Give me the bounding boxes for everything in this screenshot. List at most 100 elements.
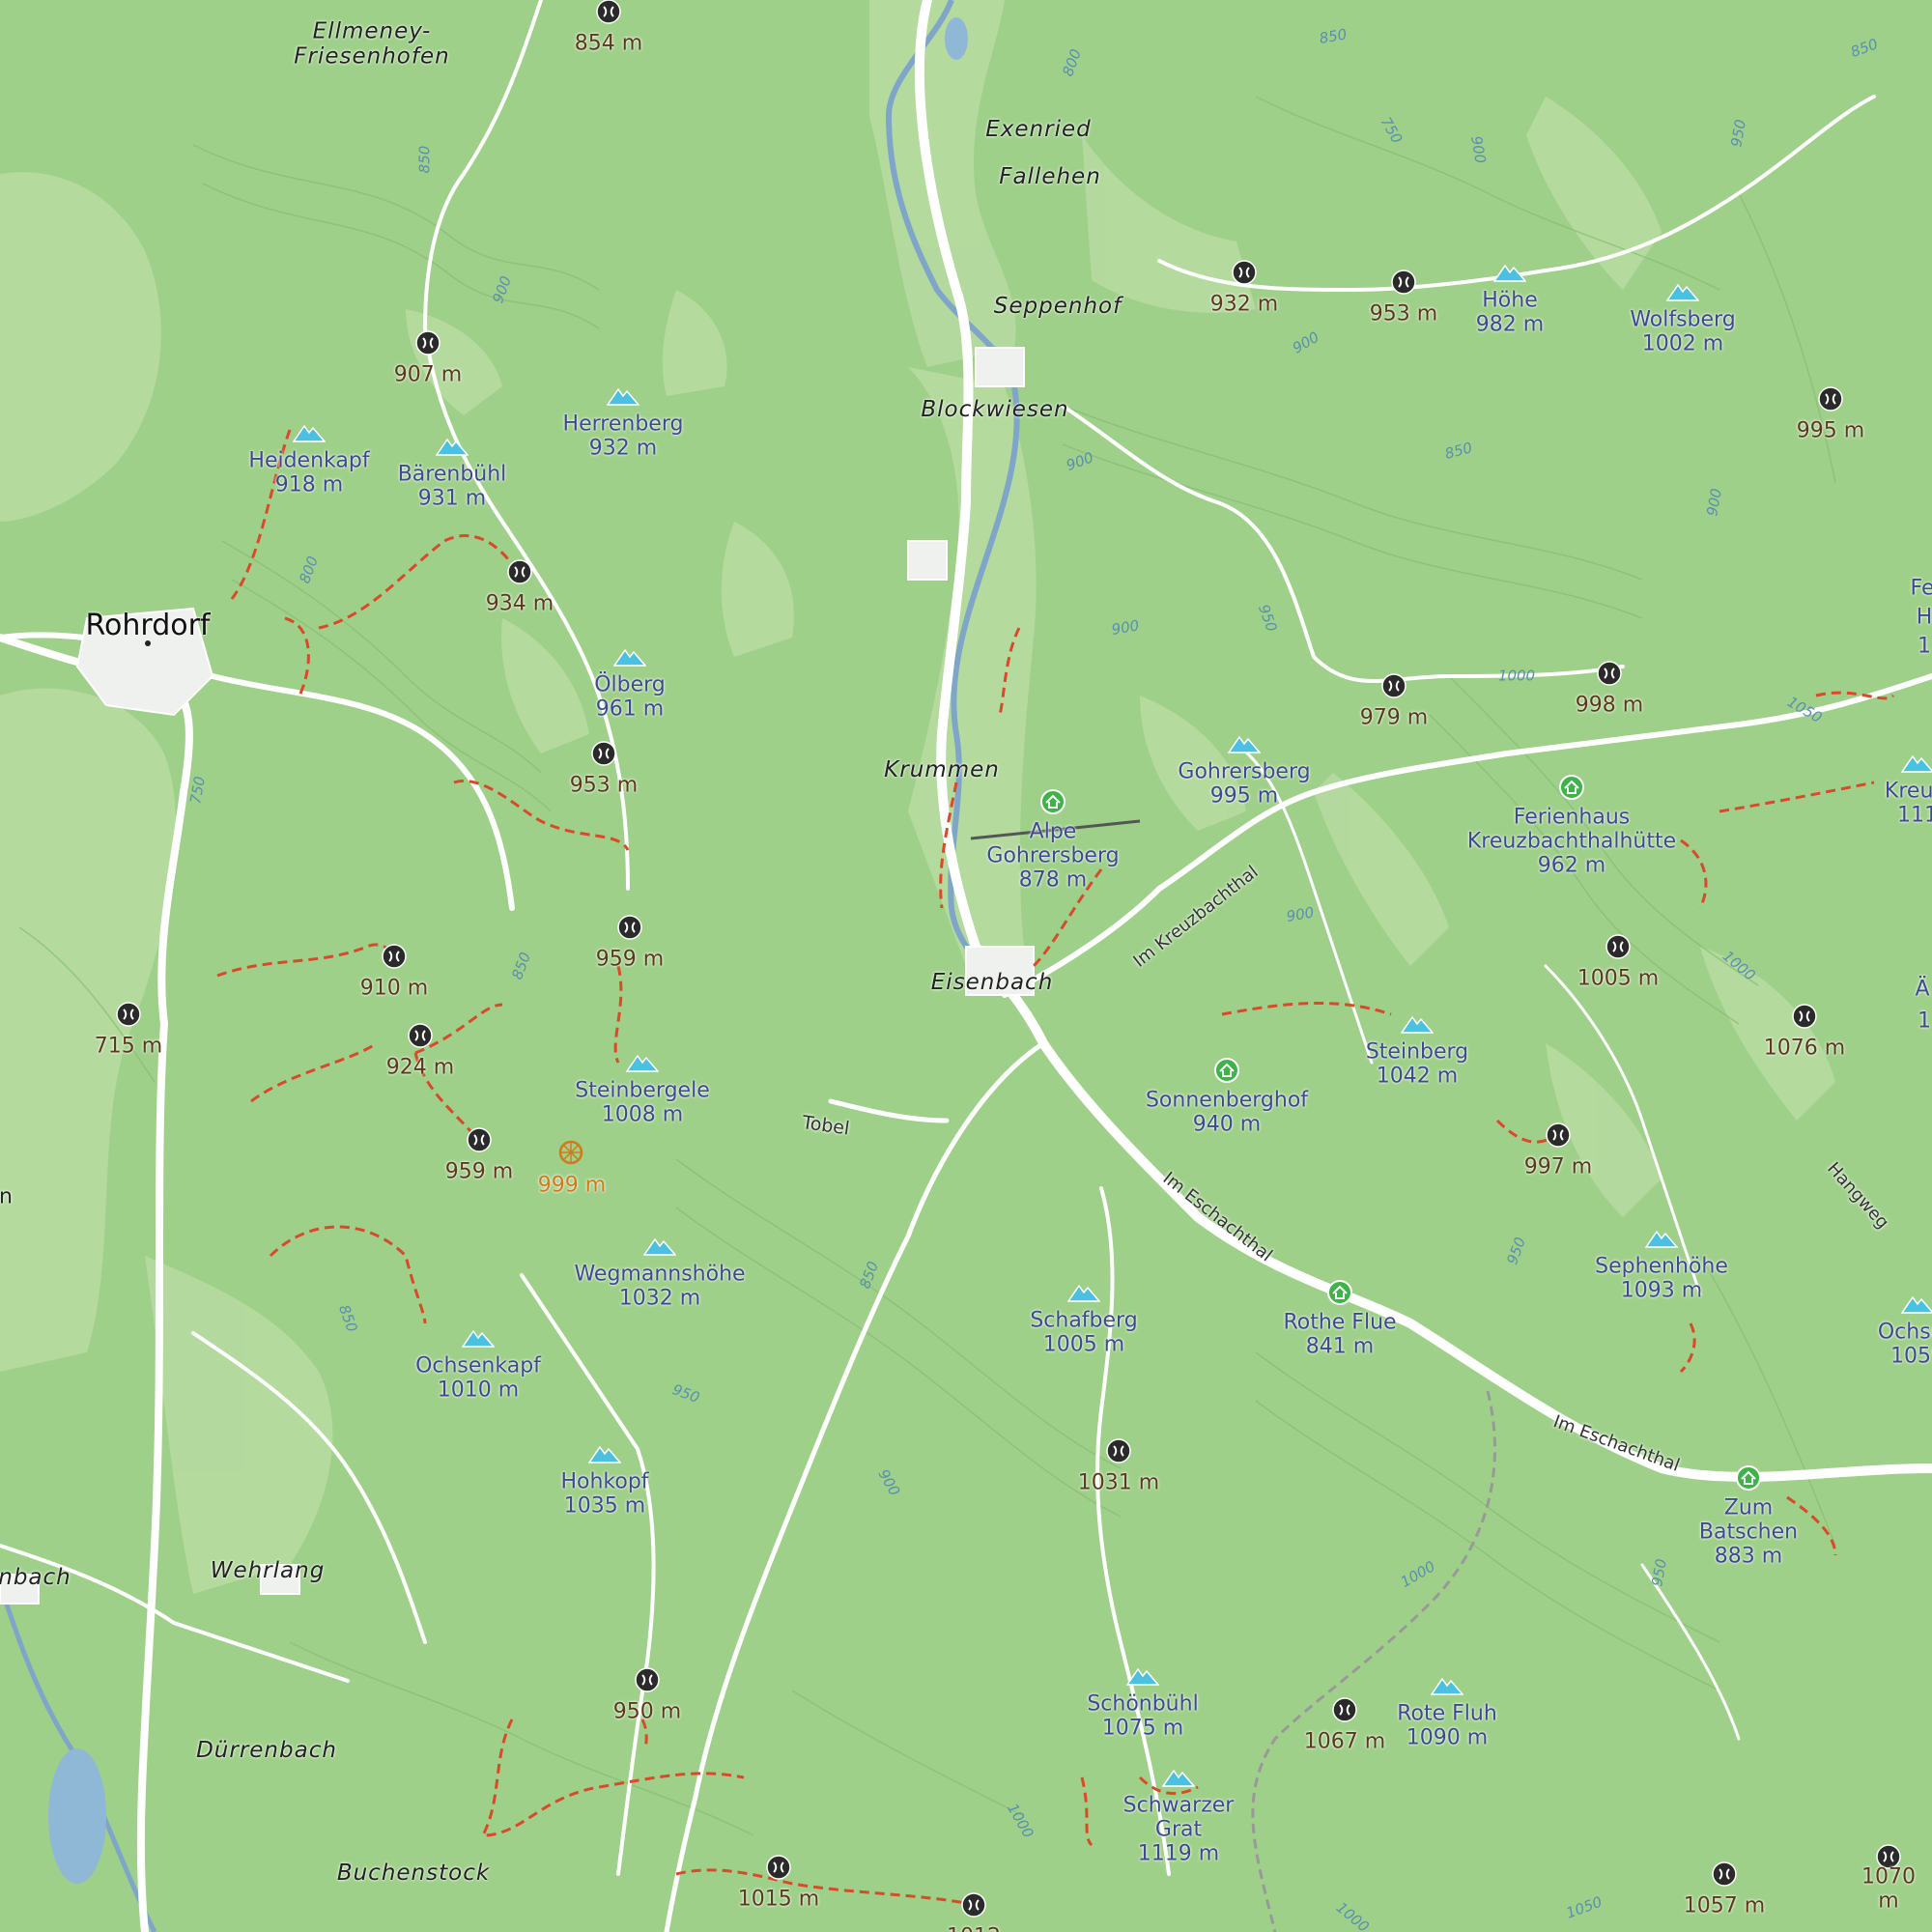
saddle-icon[interactable]: [1391, 270, 1416, 295]
saddle-icon[interactable]: [617, 915, 642, 940]
contour-label: 1000: [1497, 667, 1536, 685]
saddle-icon[interactable]: [467, 1127, 492, 1152]
place-label[interactable]: Seppenhof: [994, 294, 1122, 320]
saddle-elevation: 1070 m: [1861, 1864, 1916, 1913]
peak-icon[interactable]: [1401, 1013, 1434, 1035]
peak-icon[interactable]: [1493, 262, 1526, 283]
hut-name: Zum Batschen: [1698, 1495, 1799, 1544]
saddle-icon[interactable]: [591, 741, 616, 766]
boundary-line: [1251, 1390, 1496, 1932]
peak-icon[interactable]: [626, 1052, 659, 1073]
saddle-icon[interactable]: [1381, 673, 1406, 698]
saddle-icon[interactable]: [1712, 1861, 1737, 1887]
peak-icon[interactable]: [643, 1236, 676, 1257]
peak-icon[interactable]: [607, 385, 639, 407]
place-label[interactable]: Wehrlang: [211, 1558, 326, 1584]
peak-name: Ölberg: [594, 672, 666, 697]
hut-name: Rothe Flue: [1283, 1310, 1397, 1335]
viewpoint-icon[interactable]: [557, 1139, 584, 1166]
hut-elevation: 841 m: [1305, 1334, 1375, 1359]
saddle-icon[interactable]: [1106, 1438, 1131, 1463]
peak-icon[interactable]: [1126, 1665, 1159, 1687]
hut-icon[interactable]: [1039, 788, 1066, 815]
saddle-icon[interactable]: [415, 330, 440, 355]
place-label[interactable]: Exenried: [985, 117, 1091, 143]
hut-icon[interactable]: [1558, 774, 1585, 801]
peak-elevation: 1119 m: [1137, 1841, 1220, 1866]
saddle-icon[interactable]: [1332, 1697, 1357, 1722]
peak-icon[interactable]: [588, 1443, 621, 1464]
peak-name: Herrenberg: [562, 412, 684, 437]
peak-icon[interactable]: [1666, 281, 1699, 302]
saddle-icon[interactable]: [1546, 1122, 1571, 1148]
place-label[interactable]: Blockwiesen: [921, 397, 1068, 423]
saddle-elevation: 1067 m: [1303, 1729, 1386, 1754]
saddle-elevation: 979 m: [1359, 705, 1429, 730]
hut-elevation: 878 m: [1018, 867, 1088, 893]
edge-label-fragment: H: [1916, 605, 1932, 630]
saddle-icon[interactable]: [507, 559, 532, 584]
edge-label-fragment: Fe: [1910, 576, 1932, 601]
saddle-elevation: 950 m: [612, 1699, 682, 1724]
saddle-icon[interactable]: [408, 1023, 433, 1048]
peak-name: Ochsenkapf: [415, 1353, 541, 1378]
hut-icon[interactable]: [1326, 1279, 1353, 1306]
peak-elevation: 995 m: [1209, 783, 1279, 809]
saddle-elevation: 998 m: [1575, 693, 1644, 718]
saddle-elevation: 1076 m: [1763, 1036, 1846, 1061]
saddle-elevation: 924 m: [385, 1055, 455, 1080]
hut-icon[interactable]: [1213, 1057, 1240, 1084]
saddle-icon[interactable]: [1792, 1004, 1817, 1029]
peak-icon[interactable]: [1431, 1675, 1463, 1696]
place-label[interactable]: Krummen: [884, 757, 1000, 783]
hut-elevation: 883 m: [1714, 1544, 1783, 1569]
saddle-icon[interactable]: [596, 0, 621, 24]
saddle-icon[interactable]: [961, 1892, 986, 1918]
saddle-elevation: 959 m: [444, 1159, 514, 1184]
peak-name: Steinberg: [1365, 1039, 1469, 1065]
peak-name: Schafberg: [1030, 1308, 1138, 1333]
saddle-icon[interactable]: [766, 1855, 791, 1880]
hut-elevation: 940 m: [1192, 1112, 1262, 1137]
saddle-elevation: 953 m: [569, 773, 639, 798]
saddle-icon[interactable]: [1597, 661, 1622, 686]
peak-name: Steinbergele: [575, 1078, 710, 1103]
contour-label: 850: [415, 145, 434, 174]
peak-icon[interactable]: [1162, 1767, 1195, 1788]
peak-icon[interactable]: [1645, 1228, 1678, 1249]
peak-icon[interactable]: [1901, 753, 1932, 774]
peak-icon[interactable]: [1228, 733, 1261, 754]
peak-elevation: 1042 m: [1376, 1064, 1459, 1089]
saddle-elevation: 995 m: [1796, 418, 1865, 443]
hut-icon[interactable]: [1735, 1464, 1762, 1492]
place-label[interactable]: Dürrenbach: [196, 1738, 337, 1764]
peak-icon[interactable]: [613, 646, 646, 668]
saddle-icon[interactable]: [1818, 386, 1843, 412]
topographic-map[interactable]: 850 800 750 900 950 850 850 900 800 750 …: [0, 0, 1932, 1932]
place-label[interactable]: Eisenbach: [931, 970, 1054, 996]
peak-name: Heidenkapf: [248, 448, 370, 473]
peak-icon[interactable]: [1901, 1293, 1932, 1315]
town-label-rohrdorf[interactable]: Rohrdorf: [86, 610, 211, 642]
place-label[interactable]: Buchenstock: [337, 1861, 490, 1887]
peak-icon[interactable]: [293, 422, 326, 443]
peak-elevation: 1002 m: [1641, 331, 1724, 356]
place-label[interactable]: nbach: [0, 1565, 71, 1591]
saddle-icon[interactable]: [635, 1667, 660, 1692]
peak-elevation: 931 m: [417, 486, 487, 511]
peak-icon[interactable]: [436, 436, 469, 457]
saddle-elevation: 1012: [947, 1925, 1001, 1932]
saddle-elevation: 1015 m: [737, 1887, 820, 1912]
saddle-icon[interactable]: [1605, 934, 1631, 959]
saddle-icon[interactable]: [382, 944, 407, 969]
peak-elevation: 1010 m: [437, 1378, 520, 1403]
place-label[interactable]: Fallehen: [999, 164, 1101, 190]
peak-icon[interactable]: [462, 1327, 495, 1349]
saddle-elevation: 953 m: [1369, 301, 1438, 327]
peak-name: Gohrersberg: [1178, 759, 1311, 784]
saddle-icon[interactable]: [116, 1002, 141, 1027]
saddle-icon[interactable]: [1232, 260, 1257, 285]
place-label[interactable]: Ellmeney- Friesenhofen: [294, 18, 449, 70]
saddle-elevation: 715 m: [94, 1034, 163, 1059]
peak-icon[interactable]: [1067, 1282, 1100, 1303]
